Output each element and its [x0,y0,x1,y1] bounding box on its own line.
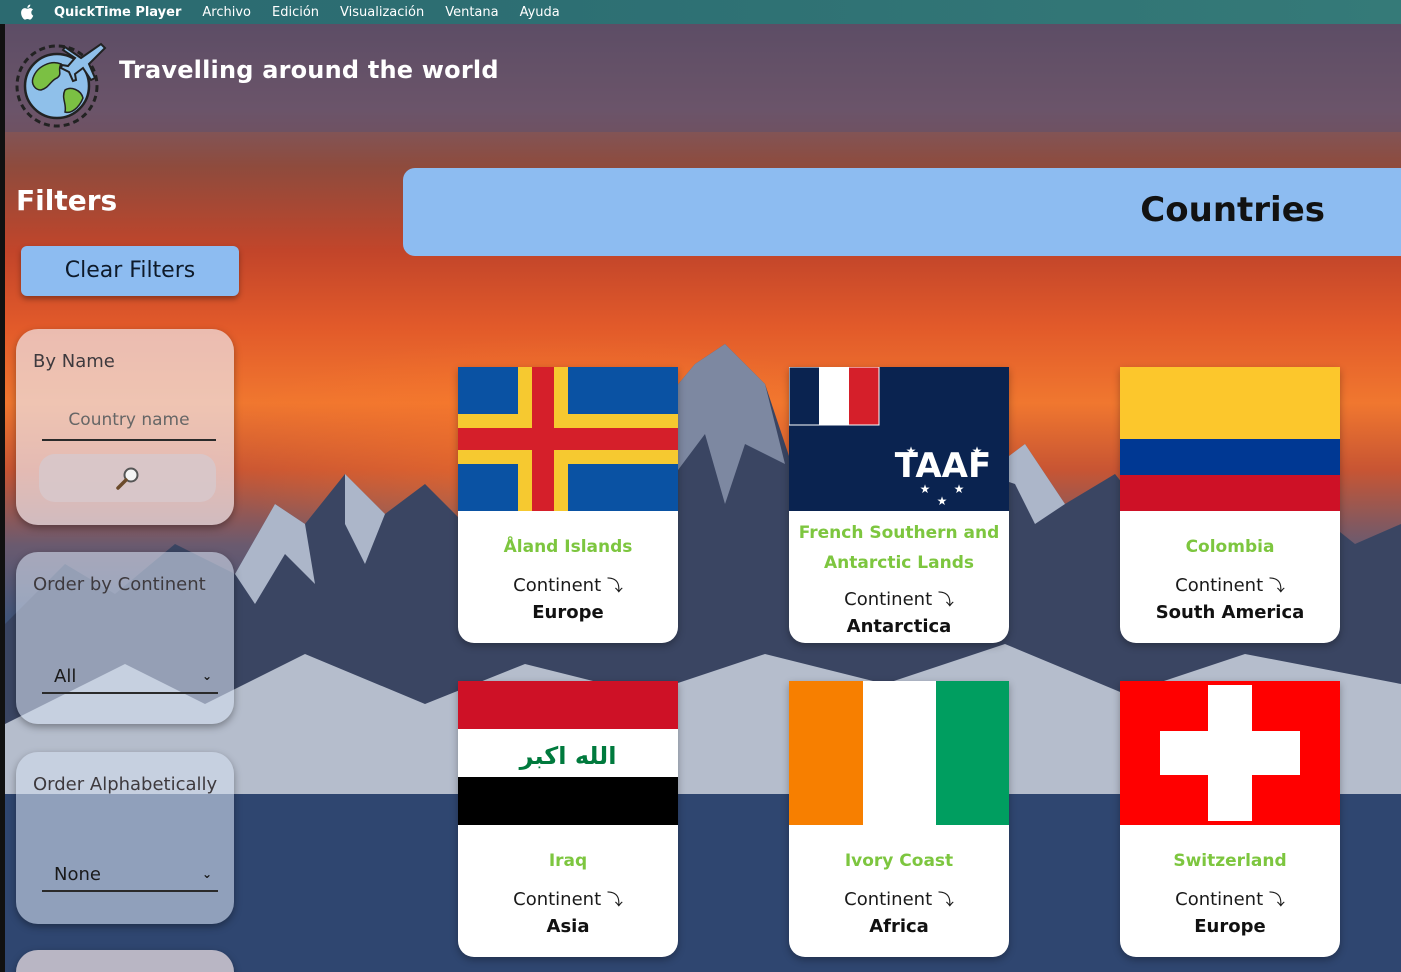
continent-value: Africa [869,916,929,937]
country-name: Colombia [1185,537,1275,557]
menu-edicion[interactable]: Edición [272,5,319,20]
continent-label-text: Continent [1175,575,1264,596]
svg-text:الله اكبر: الله اكبر [519,742,617,770]
order-continent-label: Order by Continent [33,574,206,595]
country-name: Switzerland [1173,851,1287,871]
countries-title: Countries [1140,190,1325,230]
alpha-select-value: None [54,863,101,885]
continent-label-text: Continent [513,889,602,910]
continent-value: Europe [532,602,604,623]
continent-label: Continent ⤵ [1120,572,1340,596]
by-name-label: By Name [33,351,115,372]
french-southern-flag: TAAF ★ ★ ★ ★ ★ [789,367,1009,511]
filters-heading: Filters [16,184,118,217]
continent-label: Continent ⤵ [1120,886,1340,910]
continent-value: Antarctica [846,616,952,637]
site-header: Travelling around the world [5,24,1401,132]
ivory-coast-flag [789,681,1009,825]
order-continent-panel: Order by Continent All ⌄ [16,552,234,724]
search-icon [115,467,138,490]
filter-by-name-panel: By Name [16,329,234,525]
menu-bar: QuickTime Player Archivo Edición Visuali… [0,0,1401,24]
continent-label: Continent ⤵ [458,572,678,596]
continent-label-text: Continent [513,575,602,596]
alpha-select[interactable]: None ⌄ [42,858,218,892]
corner-arrow-icon: ⤵ [606,890,623,909]
svg-text:★: ★ [920,482,931,496]
country-card[interactable]: الله اكبر Iraq Continent ⤵ Asia [458,681,678,957]
continent-label: Continent ⤵ [789,886,1009,910]
aland-flag [458,367,678,511]
colombia-flag [1120,367,1340,511]
svg-text:★: ★ [906,444,917,458]
iraq-flag: الله اكبر [458,681,678,825]
svg-text:★: ★ [954,482,965,496]
menu-app-name[interactable]: QuickTime Player [54,5,181,20]
order-alpha-label: Order Alphabetically [33,774,218,795]
corner-arrow-icon: ⤵ [606,576,623,595]
corner-arrow-icon: ⤵ [937,590,954,609]
menu-visualizacion[interactable]: Visualización [340,5,424,20]
chevron-down-icon: ⌄ [201,669,212,683]
site-title: Travelling around the world [119,56,499,84]
continent-value: Europe [1194,916,1266,937]
country-card[interactable]: Ivory Coast Continent ⤵ Africa [789,681,1009,957]
chevron-down-icon: ⌄ [201,867,212,881]
country-name: Iraq [548,851,588,871]
country-card[interactable]: Switzerland Continent ⤵ Europe [1120,681,1340,957]
continent-value: Asia [546,916,590,937]
order-alpha-panel: Order Alphabetically None ⌄ [16,752,234,924]
app-window: Travelling around the world Filters Clea… [5,24,1401,972]
continent-label: Continent ⤵ [789,586,1009,610]
corner-arrow-icon: ⤵ [1268,576,1285,595]
menu-archivo[interactable]: Archivo [202,5,251,20]
continent-label-text: Continent [1175,889,1264,910]
search-button[interactable] [39,454,216,502]
country-name: French Southern and Antarctic Lands [798,523,1000,573]
menu-ventana[interactable]: Ventana [445,5,498,20]
country-card[interactable]: Colombia Continent ⤵ South America [1120,367,1340,643]
continent-select-value: All [54,665,77,687]
svg-text:★: ★ [937,494,948,508]
svg-text:★: ★ [972,444,983,458]
continent-label-text: Continent [844,589,933,610]
continent-label-text: Continent [844,889,933,910]
country-card[interactable]: TAAF ★ ★ ★ ★ ★ French Southern and Antar… [789,367,1009,643]
country-name-input[interactable] [42,401,216,441]
corner-arrow-icon: ⤵ [1268,890,1285,909]
country-name: Åland Islands [503,537,633,557]
continent-select[interactable]: All ⌄ [42,660,218,694]
continent-value: South America [1155,602,1305,623]
apple-icon[interactable] [20,4,34,20]
clear-filters-button[interactable]: Clear Filters [21,246,239,296]
country-card[interactable]: Åland Islands Continent ⤵ Europe [458,367,678,643]
country-name: Ivory Coast [844,851,954,871]
corner-arrow-icon: ⤵ [937,890,954,909]
menu-ayuda[interactable]: Ayuda [520,5,560,20]
switzerland-flag [1120,681,1340,825]
globe-plane-icon[interactable] [11,38,107,128]
continent-label: Continent ⤵ [458,886,678,910]
countries-header: Countries [403,168,1401,256]
additional-filter-panel [16,950,234,972]
